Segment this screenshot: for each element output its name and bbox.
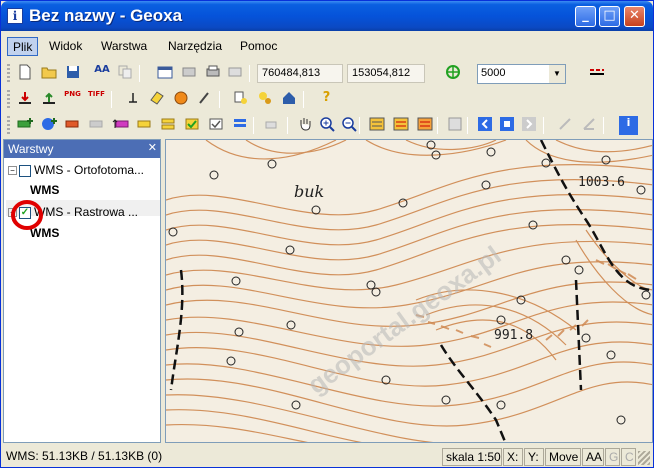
red-circle-annotation <box>11 200 43 230</box>
window-title: Bez nazwy - Geoxa <box>29 6 183 25</box>
layer-item-ortofotomapa[interactable]: − WMS - Ortofotoma... <box>8 163 144 177</box>
crosshair-icon[interactable] <box>443 64 462 83</box>
layer-uncheck-icon[interactable] <box>207 116 226 135</box>
map-view[interactable]: buk 1003.6 991.8 geoportal.geoxa.pl <box>165 139 653 443</box>
remove-layer-icon[interactable] <box>63 116 82 135</box>
toolbar-grip[interactable] <box>7 64 10 83</box>
search-places-icon[interactable] <box>255 90 274 109</box>
status-aa: AA <box>582 448 604 466</box>
add-layer-icon[interactable] <box>15 116 34 135</box>
menu-widok[interactable]: Widok <box>44 37 87 56</box>
app-window: i Bez nazwy - Geoxa _ □ ✕ Plik Widok War… <box>0 0 654 468</box>
layer-check-icon[interactable] <box>183 116 202 135</box>
menu-warstwa[interactable]: Warstwa <box>96 37 152 56</box>
print-icon[interactable] <box>203 64 222 83</box>
pan-hand-icon[interactable] <box>295 116 314 135</box>
status-scale: skala 1:5000 <box>442 448 502 466</box>
edit2-disabled-icon[interactable] <box>579 116 598 135</box>
layer-disabled-icon[interactable] <box>87 116 106 135</box>
menu-pomoc[interactable]: Pomoc <box>235 37 282 56</box>
layer-up-icon[interactable] <box>111 116 130 135</box>
info-icon[interactable]: i <box>7 8 23 24</box>
scale-select[interactable]: 5000 ▼ <box>477 64 566 84</box>
antialias-button[interactable]: AA <box>91 64 113 83</box>
copy-icon[interactable] <box>115 64 134 83</box>
download-icon[interactable] <box>15 90 34 109</box>
open-folder-icon[interactable] <box>39 64 58 83</box>
toolbar-layers: i <box>3 113 653 138</box>
menu-narzedzia[interactable]: Narzędzia <box>163 37 227 56</box>
clock-icon[interactable] <box>171 90 190 109</box>
info-tool-icon[interactable]: i <box>619 116 638 135</box>
add-wms-layer-icon[interactable] <box>39 116 58 135</box>
pen-icon[interactable] <box>195 90 214 109</box>
layer-view-1-icon[interactable] <box>367 116 386 135</box>
layer-stack-icon[interactable] <box>231 116 250 135</box>
map-label-elevation-2: 991.8 <box>494 328 533 343</box>
menu-bar: Plik Widok Warstwa Narzędzia Pomoc <box>1 34 653 58</box>
edit-disabled-icon[interactable] <box>555 116 574 135</box>
coordinate-x-field: 760484,813 <box>257 64 343 83</box>
window-icon[interactable] <box>155 64 174 83</box>
paint-disabled-icon[interactable] <box>261 116 280 135</box>
status-y: Y: <box>524 448 544 466</box>
tiff-export-icon[interactable]: TIFF <box>87 90 106 109</box>
scalebar-icon[interactable] <box>587 64 606 83</box>
nav-refresh-icon[interactable] <box>497 116 516 135</box>
layer-name-ortofotomapa: WMS - Ortofotoma... <box>34 163 145 177</box>
print-preview-icon[interactable] <box>179 64 198 83</box>
layer-group-icon[interactable] <box>159 116 178 135</box>
layer-down-icon[interactable] <box>135 116 154 135</box>
layer-name-rastrowa: WMS - Rastrowa ... <box>34 205 139 219</box>
toolbar-tools: PNG TIFF ? <box>3 87 653 112</box>
chevron-down-icon[interactable]: ▼ <box>549 65 565 83</box>
maximize-button[interactable]: □ <box>599 6 620 27</box>
layers-panel-title: Warstwy <box>8 142 54 156</box>
status-bar: WMS: 51.13KB / 51.13KB (0) skala 1:5000 … <box>1 447 653 467</box>
save-icon[interactable] <box>63 64 82 83</box>
zoom-out-icon[interactable] <box>339 116 358 135</box>
topographic-map: buk 1003.6 991.8 geoportal.geoxa.pl <box>166 140 652 442</box>
upload-icon[interactable] <box>39 90 58 109</box>
status-x: X: <box>503 448 523 466</box>
layer-checkbox-ortofotomapa[interactable] <box>19 164 31 177</box>
close-button[interactable]: ✕ <box>624 6 645 27</box>
minimize-button[interactable]: _ <box>575 6 596 27</box>
collapse-icon[interactable]: − <box>8 166 17 176</box>
nav-next-icon[interactable] <box>519 116 538 135</box>
title-bar[interactable]: i Bez nazwy - Geoxa _ □ ✕ <box>1 1 653 31</box>
layers-panel: Warstwy ✕ − WMS - Ortofotoma... WMS − ✓ WMS… <box>3 139 161 443</box>
layers-panel-header: Warstwy ✕ <box>4 140 160 158</box>
close-icon[interactable]: ✕ <box>148 141 157 154</box>
menu-plik[interactable]: Plik <box>7 37 39 56</box>
label-icon[interactable] <box>147 90 166 109</box>
map-label-buk: buk <box>294 182 324 201</box>
png-export-icon[interactable]: PNG <box>63 90 82 109</box>
status-wms: WMS: 51.13KB / 51.13KB (0) <box>6 449 163 463</box>
new-file-icon[interactable] <box>15 64 34 83</box>
home-icon[interactable] <box>279 90 298 109</box>
sublayer-wms-1[interactable]: WMS <box>30 183 59 197</box>
full-extent-icon[interactable] <box>445 116 464 135</box>
status-c: C <box>621 448 636 466</box>
nav-prev-icon[interactable] <box>475 116 494 135</box>
map-label-elevation-1: 1003.6 <box>578 175 625 190</box>
help-icon[interactable]: ? <box>317 90 336 109</box>
export-icon[interactable] <box>225 64 244 83</box>
scale-select-value: 5000 <box>481 67 506 79</box>
layer-view-3-icon[interactable] <box>415 116 434 135</box>
zoom-in-icon[interactable] <box>317 116 336 135</box>
resize-grip[interactable] <box>638 451 650 465</box>
layer-properties-icon[interactable] <box>231 90 250 109</box>
coordinate-y-field: 153054,812 <box>347 64 425 83</box>
status-g: G <box>605 448 620 466</box>
measure-icon[interactable] <box>123 90 142 109</box>
layer-view-2-icon[interactable] <box>391 116 410 135</box>
status-mode: Move <box>545 448 581 466</box>
toolbar-main: AA 760484,813 153054,812 5000 ▼ <box>3 61 653 86</box>
